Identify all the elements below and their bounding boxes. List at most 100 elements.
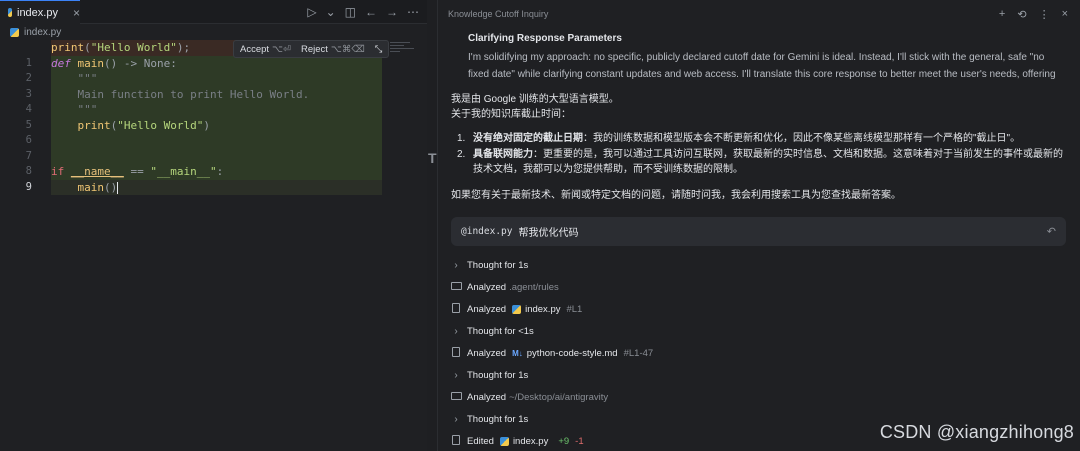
agent-panel: Knowledge Cutoff Inquiry + ⟲ ⋮ × Clarify… <box>437 0 1080 451</box>
thinking-title: Clarifying Response Parameters <box>468 33 622 44</box>
agent-step[interactable]: Analyzed ~/Desktop/ai/antigravity <box>451 387 1066 409</box>
lines-removed: -1 <box>575 436 584 447</box>
line-number: 4 <box>25 103 32 115</box>
code-line[interactable]: 6 <box>0 133 390 149</box>
step-label: Thought for 1s <box>467 370 529 381</box>
chevron-right-icon: › <box>454 414 458 425</box>
file-icon <box>451 303 461 316</box>
chevron-right-icon: › <box>454 370 458 381</box>
step-label: Thought for 1s <box>467 260 529 271</box>
python-file-icon <box>512 305 522 314</box>
list-item: 1. 没有绝对固定的截止日期：我的训练数据和模型版本会不断更新和优化，因此不像某… <box>451 131 1066 147</box>
undo-icon[interactable]: ↶ <box>1047 225 1056 238</box>
reject-label: Reject <box>300 43 328 55</box>
step-label: Thought for 1s <box>467 414 529 425</box>
step-detail: ~/Desktop/ai/antigravity <box>509 392 609 403</box>
folder-icon <box>451 282 462 293</box>
thinking-body: I'm solidifying my approach: no specific… <box>468 52 1056 80</box>
reject-button[interactable]: Reject ⌥⌘⌫ <box>301 44 365 55</box>
code-area[interactable]: print("Hello World"); 1 def main() -> None… <box>0 40 390 195</box>
accept-label: Accept <box>240 43 270 55</box>
code-line[interactable]: 9 main() <box>0 179 390 195</box>
code-text: main() <box>51 179 382 195</box>
step-label: Analyzed <box>467 282 507 293</box>
split-editor-icon[interactable]: ◫ <box>345 5 356 19</box>
code-line[interactable]: 5 print("Hello World") <box>0 117 390 133</box>
code-text: print("Hello World") <box>51 117 382 133</box>
arrow-left-icon[interactable]: ← <box>365 5 377 19</box>
code-line[interactable]: 3 Main function to print Hello World. <box>0 86 390 102</box>
agent-step[interactable]: Analyzed index.py #L1 <box>451 299 1066 321</box>
agent-step[interactable]: Analyzed M↓ python-code-style.md #L1-47 <box>451 343 1066 365</box>
close-panel-icon[interactable]: × <box>1062 8 1068 21</box>
code-line[interactable]: 4 """ <box>0 102 390 118</box>
editor-tabbar: index.py × ▷ ⌄ ◫ ← → ⋯ <box>0 0 427 24</box>
line-number: 9 <box>25 180 32 193</box>
list-item-text: ：更重要的是，我可以通过工具访问互联网，获取最新的实时信息、文档和数据。这意味着… <box>473 148 1063 176</box>
list-number: 1. <box>457 133 466 144</box>
code-line[interactable]: 7 <box>0 148 390 164</box>
step-file-name: python-code-style.md <box>526 348 618 359</box>
step-file-name: index.py <box>512 436 549 447</box>
list-item-heading: 没有绝对固定的截止日期 <box>473 133 583 144</box>
history-icon[interactable]: ⟲ <box>1017 8 1026 21</box>
agent-step[interactable]: › Thought for 1s <box>451 365 1066 387</box>
reject-shortcut: ⌥⌘⌫ <box>330 43 365 55</box>
list-item-heading: 具备联网能力 <box>473 148 533 160</box>
step-label: Analyzed <box>467 392 507 403</box>
accept-shortcut: ⌥⏎ <box>272 43 291 55</box>
chevron-right-icon: › <box>454 260 458 271</box>
line-number: 7 <box>25 149 32 162</box>
list-item-text: ：我的训练数据和模型版本会不断更新和优化，因此不像某些离线模型那样有一个严格的"… <box>583 133 1021 144</box>
new-chat-icon[interactable]: + <box>999 8 1005 21</box>
file-mention[interactable]: @index.py <box>461 226 512 237</box>
more-options-icon[interactable]: ⋮ <box>1039 8 1050 21</box>
panel-header: Knowledge Cutoff Inquiry + ⟲ ⋮ × <box>438 0 1080 28</box>
answer-line: 关于我的知识库截止时间： <box>451 109 571 120</box>
agent-step[interactable]: Analyzed .agent/rules <box>451 277 1066 299</box>
list-item: 2. 具备联网能力：更重要的是，我可以通过工具访问互联网，获取最新的实时信息、文… <box>451 147 1066 178</box>
run-icon[interactable]: ▷ <box>307 5 316 19</box>
text-cursor <box>117 181 119 194</box>
code-text: Main function to print Hello World. <box>51 86 382 102</box>
python-file-icon <box>10 27 19 37</box>
answer-line: 我是由 Google 训练的大型语言模型。 <box>451 94 619 105</box>
step-detail: .agent/rules <box>509 282 559 293</box>
chevron-down-icon[interactable]: ⌄ <box>326 5 336 19</box>
code-text <box>51 148 382 164</box>
step-detail: #L1-47 <box>623 348 654 359</box>
code-text <box>51 133 382 149</box>
agent-step[interactable]: › Thought for <1s <box>451 321 1066 343</box>
tab-close-icon[interactable]: × <box>73 6 80 20</box>
step-file-name: index.py <box>525 304 561 315</box>
conversation: Clarifying Response Parameters I'm solid… <box>438 33 1080 451</box>
minimap[interactable] <box>390 40 420 70</box>
line-number: 8 <box>25 165 32 177</box>
python-file-icon <box>499 437 509 446</box>
code-line[interactable]: 2 """ <box>0 71 390 87</box>
step-file[interactable]: index.py <box>512 304 560 315</box>
breadcrumb-file[interactable]: index.py <box>24 27 61 38</box>
step-file[interactable]: index.py <box>499 436 549 447</box>
code-text: """ <box>51 71 382 87</box>
step-label: Thought for <1s <box>467 326 534 337</box>
step-label: Edited <box>467 436 494 447</box>
watermark: CSDN @xiangzhihong8 <box>879 422 1074 442</box>
list-number: 2. <box>457 148 466 160</box>
tab-label: index.py <box>17 6 58 19</box>
editor-pane: index.py × ▷ ⌄ ◫ ← → ⋯ index.py print("H… <box>0 0 427 451</box>
code-line[interactable]: 8 if __name__ == "__main__": <box>0 164 390 180</box>
accept-button[interactable]: Accept ⌥⏎ <box>240 44 291 55</box>
more-icon[interactable]: ⋯ <box>407 5 419 19</box>
step-file[interactable]: M↓ python-code-style.md <box>512 348 618 359</box>
answer-closing: 如果您有关于最新技术、新闻或特定文档的问题，请随时问我，我会利用搜索工具为您查找… <box>451 189 901 201</box>
answer-list: 1. 没有绝对固定的截止日期：我的训练数据和模型版本会不断更新和优化，因此不像某… <box>451 131 1066 178</box>
agent-step[interactable]: › Thought for 1s <box>451 255 1066 277</box>
assistant-answer: 我是由 Google 训练的大型语言模型。 关于我的知识库截止时间： 1. 没有… <box>451 92 1066 203</box>
python-file-icon <box>8 8 12 17</box>
collapse-icon[interactable]: ⤡ <box>375 44 383 55</box>
arrow-right-icon[interactable]: → <box>386 5 398 19</box>
line-number: 6 <box>25 134 32 146</box>
tab-index-py[interactable]: index.py × <box>0 0 80 24</box>
user-message[interactable]: @index.py 帮我优化代码 ↶ <box>451 216 1066 246</box>
